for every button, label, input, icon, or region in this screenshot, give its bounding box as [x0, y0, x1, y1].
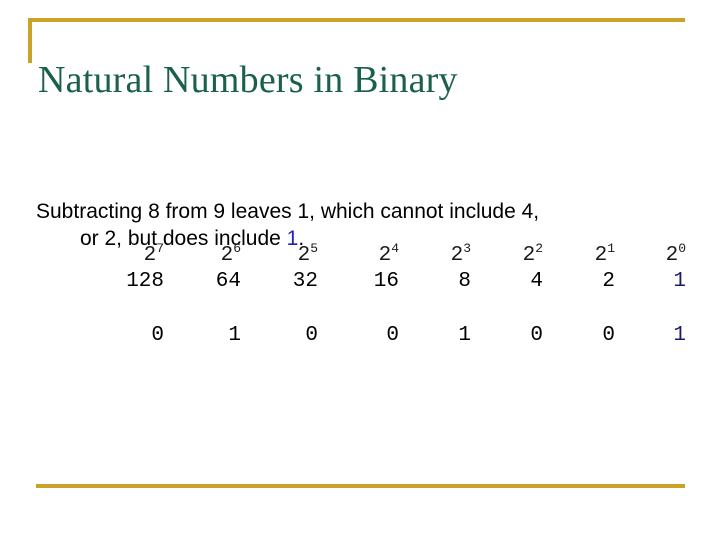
place-value-cell-2: 32 — [292, 270, 318, 293]
binary-place-value-table: 27 26 25 24 23 22 21 20 128 64 32 16 8 4… — [86, 241, 686, 376]
exponent-value-4: 3 — [463, 241, 471, 256]
exponent-value-7: 0 — [678, 241, 686, 256]
exponent-base-2: 2 — [297, 244, 311, 267]
exponent-value-0: 7 — [156, 241, 164, 256]
bit-cell-3: 0 — [386, 324, 399, 347]
exponent-cell-4: 23 — [399, 241, 471, 270]
page-title: Natural Numbers in Binary — [38, 59, 458, 101]
exponent-value-5: 2 — [535, 241, 543, 256]
bit-cell-5: 0 — [530, 324, 543, 347]
left-gold-rule — [28, 18, 32, 63]
body-line-1: Subtracting 8 from 9 leaves 1, which can… — [36, 200, 540, 223]
top-gold-rule — [28, 18, 685, 22]
exponent-base-1: 2 — [220, 244, 234, 267]
place-value-cell-0: 128 — [126, 270, 164, 293]
exponent-value-1: 6 — [233, 241, 241, 256]
exponent-cell-0: 27 — [86, 241, 164, 270]
place-value-cell-1: 64 — [215, 270, 241, 293]
exponent-value-3: 4 — [391, 241, 399, 256]
bit-cell-7: 1 — [673, 324, 686, 347]
place-value-cell-6: 2 — [602, 270, 615, 293]
exponent-base-4: 2 — [450, 244, 464, 267]
table-row-exponents: 27 26 25 24 23 22 21 20 — [86, 241, 686, 270]
bit-cell-4: 1 — [458, 324, 471, 347]
exponent-base-0: 2 — [143, 244, 157, 267]
table-row-place-values: 128 64 32 16 8 4 2 1 — [86, 270, 686, 324]
bottom-gold-rule — [36, 484, 685, 488]
exponent-cell-1: 26 — [164, 241, 241, 270]
exponent-cell-5: 22 — [471, 241, 543, 270]
slide-canvas: Natural Numbers in Binary Subtracting 8 … — [0, 0, 720, 540]
exponent-cell-7: 20 — [615, 241, 686, 270]
exponent-cell-2: 25 — [241, 241, 318, 270]
exponent-base-6: 2 — [594, 244, 608, 267]
bit-cell-6: 0 — [602, 324, 615, 347]
place-value-cell-4: 8 — [458, 270, 471, 293]
table-row-bits: 0 1 0 0 1 0 0 1 — [86, 324, 686, 376]
exponent-base-5: 2 — [522, 244, 536, 267]
place-value-cell-5: 4 — [530, 270, 543, 293]
exponent-cell-6: 21 — [543, 241, 615, 270]
place-value-cell-3: 16 — [373, 270, 399, 293]
bit-cell-0: 0 — [151, 324, 164, 347]
exponent-value-2: 5 — [310, 241, 318, 256]
exponent-base-7: 2 — [665, 244, 679, 267]
bit-cell-2: 0 — [305, 324, 318, 347]
bit-cell-1: 1 — [228, 324, 241, 347]
exponent-base-3: 2 — [378, 244, 392, 267]
exponent-value-6: 1 — [607, 241, 615, 256]
exponent-cell-3: 24 — [318, 241, 399, 270]
place-value-cell-7: 1 — [673, 270, 686, 293]
